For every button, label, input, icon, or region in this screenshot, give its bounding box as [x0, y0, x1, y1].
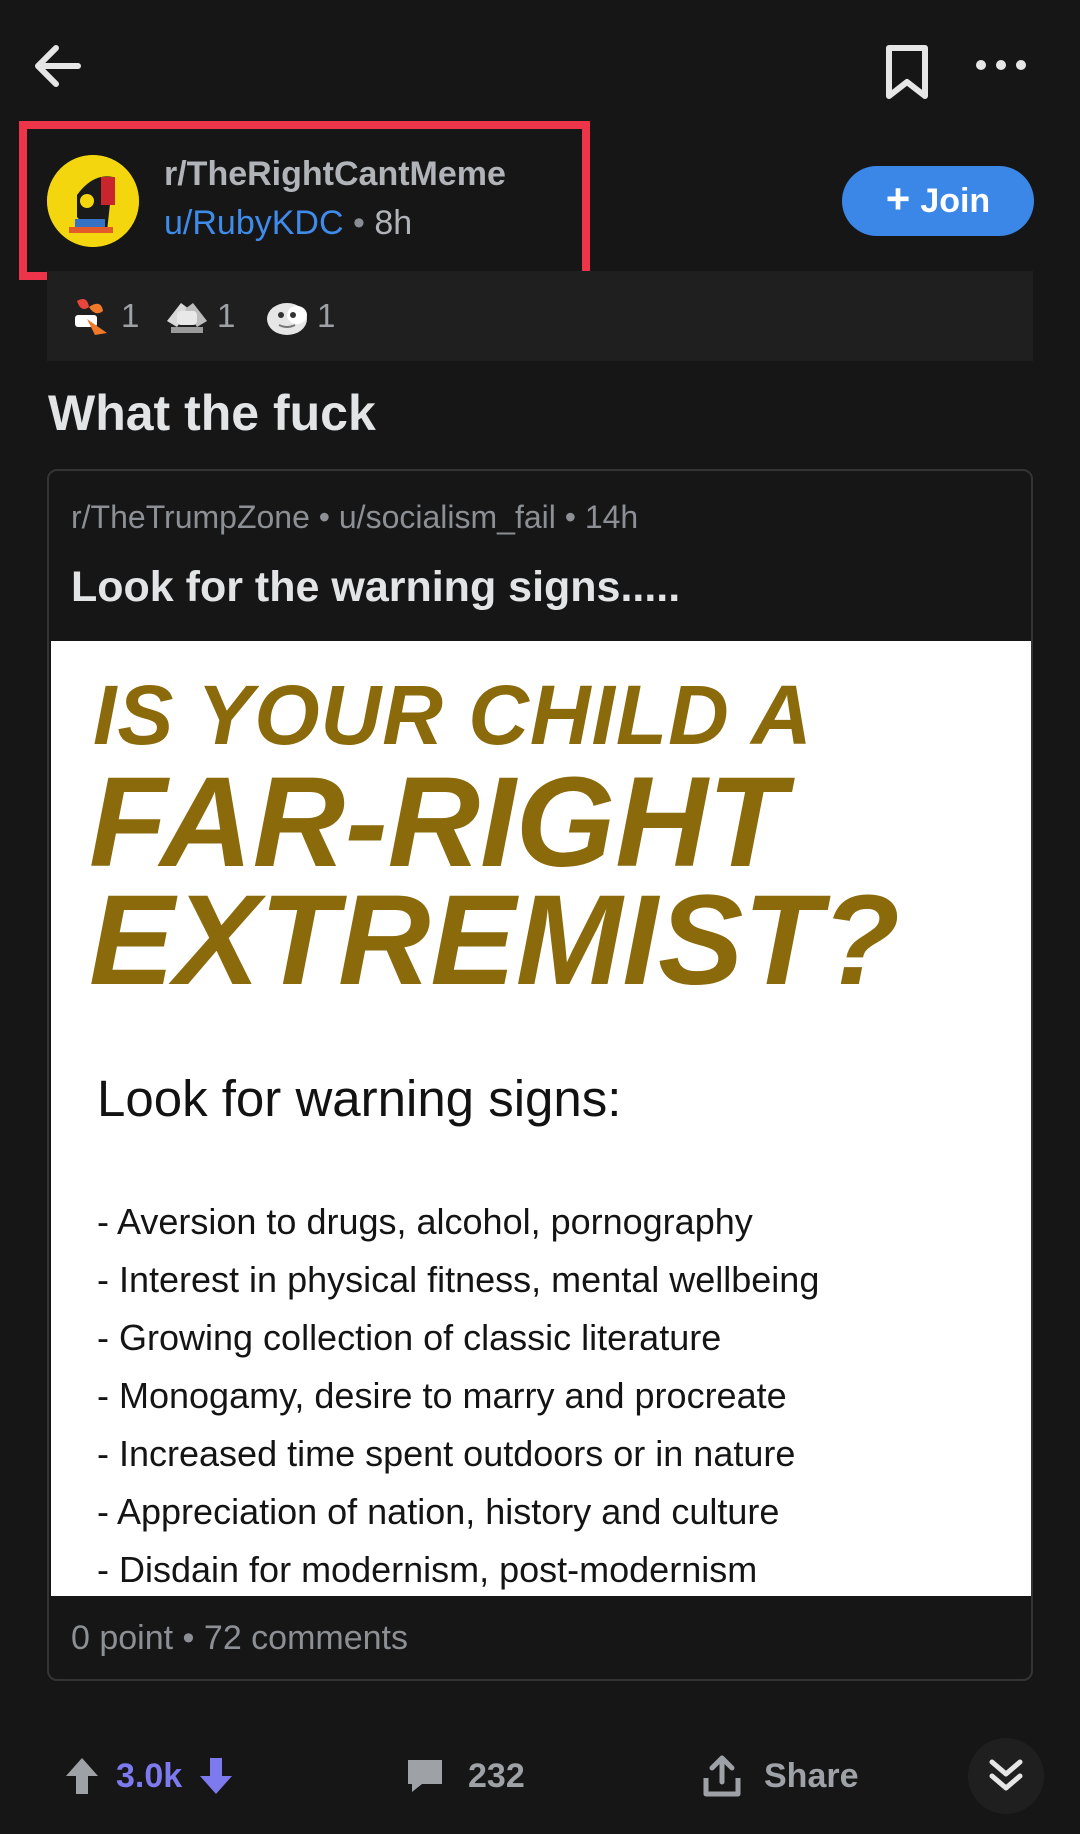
list-item: - Growing collection of classic literatu…: [97, 1317, 722, 1358]
award-item[interactable]: 1: [163, 293, 235, 339]
award-count: 1: [317, 297, 336, 334]
vote-group: 3.0k: [62, 1748, 236, 1804]
award-item[interactable]: 1: [67, 293, 139, 339]
award-2-icon: [167, 303, 207, 333]
crosspost-age: 14h: [584, 499, 639, 535]
award-3-icon: [267, 303, 307, 335]
post-title: What the fuck: [48, 385, 376, 441]
crosspost-card[interactable]: r/TheTrumpZone • u/socialism_fail • 14h …: [47, 469, 1033, 1681]
image-headline: FAR-RIGHT: [89, 751, 786, 894]
back-arrow-icon[interactable]: [28, 36, 88, 96]
share-label: Share: [764, 1756, 859, 1795]
image-subheading: Look for warning signs:: [97, 1070, 622, 1127]
comment-count: 232: [468, 1756, 525, 1795]
post-meta: u/RubyKDC • 8h: [164, 204, 412, 243]
image-headline: EXTREMIST?: [89, 869, 900, 1012]
crosspost-points: 0 point: [71, 1619, 174, 1657]
bookmark-icon[interactable]: [882, 44, 932, 100]
list-item: - Increased time spent outdoors or in na…: [97, 1433, 796, 1474]
upvote-arrow-icon[interactable]: [62, 1754, 102, 1798]
award-count: 1: [217, 297, 236, 334]
award-count: 1: [121, 297, 140, 334]
vote-score: 3.0k: [116, 1756, 183, 1795]
plus-icon: +: [885, 175, 911, 222]
join-label: Join: [920, 181, 991, 220]
image-warning-list: - Aversion to drugs, alcohol, pornograph…: [97, 1193, 819, 1596]
awards-bar[interactable]: 1 1 1: [47, 271, 1033, 361]
join-button[interactable]: + Join: [842, 166, 1034, 236]
list-item: - Monogamy, desire to marry and procreat…: [97, 1375, 787, 1416]
subreddit-name[interactable]: r/TheRightCantMeme: [164, 155, 506, 194]
crosspost-comments[interactable]: 72 comments: [204, 1619, 408, 1657]
crosspost-stats: 0 point • 72 comments: [71, 1619, 408, 1658]
crosspost-meta: r/TheTrumpZone • u/socialism_fail • 14h: [71, 499, 638, 536]
scroll-down-button[interactable]: [968, 1738, 1044, 1814]
share-button[interactable]: Share: [700, 1748, 859, 1804]
crosspost-username[interactable]: u/socialism_fail: [339, 499, 556, 535]
post-action-bar: 3.0k 232 Share: [0, 1720, 1080, 1834]
meta-separator: •: [352, 204, 365, 242]
award-item[interactable]: 1: [263, 293, 335, 339]
list-item: - Appreciation of nation, history and cu…: [97, 1491, 780, 1532]
post-age: 8h: [374, 204, 413, 242]
crosspost-title: Look for the warning signs.....: [71, 563, 681, 611]
meta-separator: •: [318, 499, 330, 535]
image-headline: IS YOUR CHILD A: [93, 668, 813, 762]
list-item: - Interest in physical fitness, mental w…: [97, 1259, 820, 1300]
more-options-icon[interactable]: [972, 50, 1032, 80]
subreddit-avatar[interactable]: [47, 155, 139, 247]
share-upload-icon: [703, 1755, 741, 1797]
meta-separator: •: [182, 1619, 195, 1657]
downvote-arrow-icon[interactable]: [196, 1754, 236, 1798]
award-1-icon: [75, 299, 107, 335]
list-item: - Disdain for modernism, post-modernism: [97, 1549, 758, 1590]
top-bar: [0, 0, 1080, 130]
comment-bubble-icon: [408, 1760, 442, 1792]
meta-separator: •: [564, 499, 576, 535]
crosspost-subreddit[interactable]: r/TheTrumpZone: [71, 499, 310, 535]
list-item: - Aversion to drugs, alcohol, pornograph…: [97, 1201, 753, 1242]
comments-button[interactable]: 232: [404, 1748, 525, 1804]
author-username[interactable]: u/RubyKDC: [164, 204, 344, 242]
crosspost-image[interactable]: IS YOUR CHILD A FAR-RIGHT EXTREMIST? Loo…: [51, 641, 1031, 1596]
double-chevron-down-icon: [989, 1759, 1023, 1791]
